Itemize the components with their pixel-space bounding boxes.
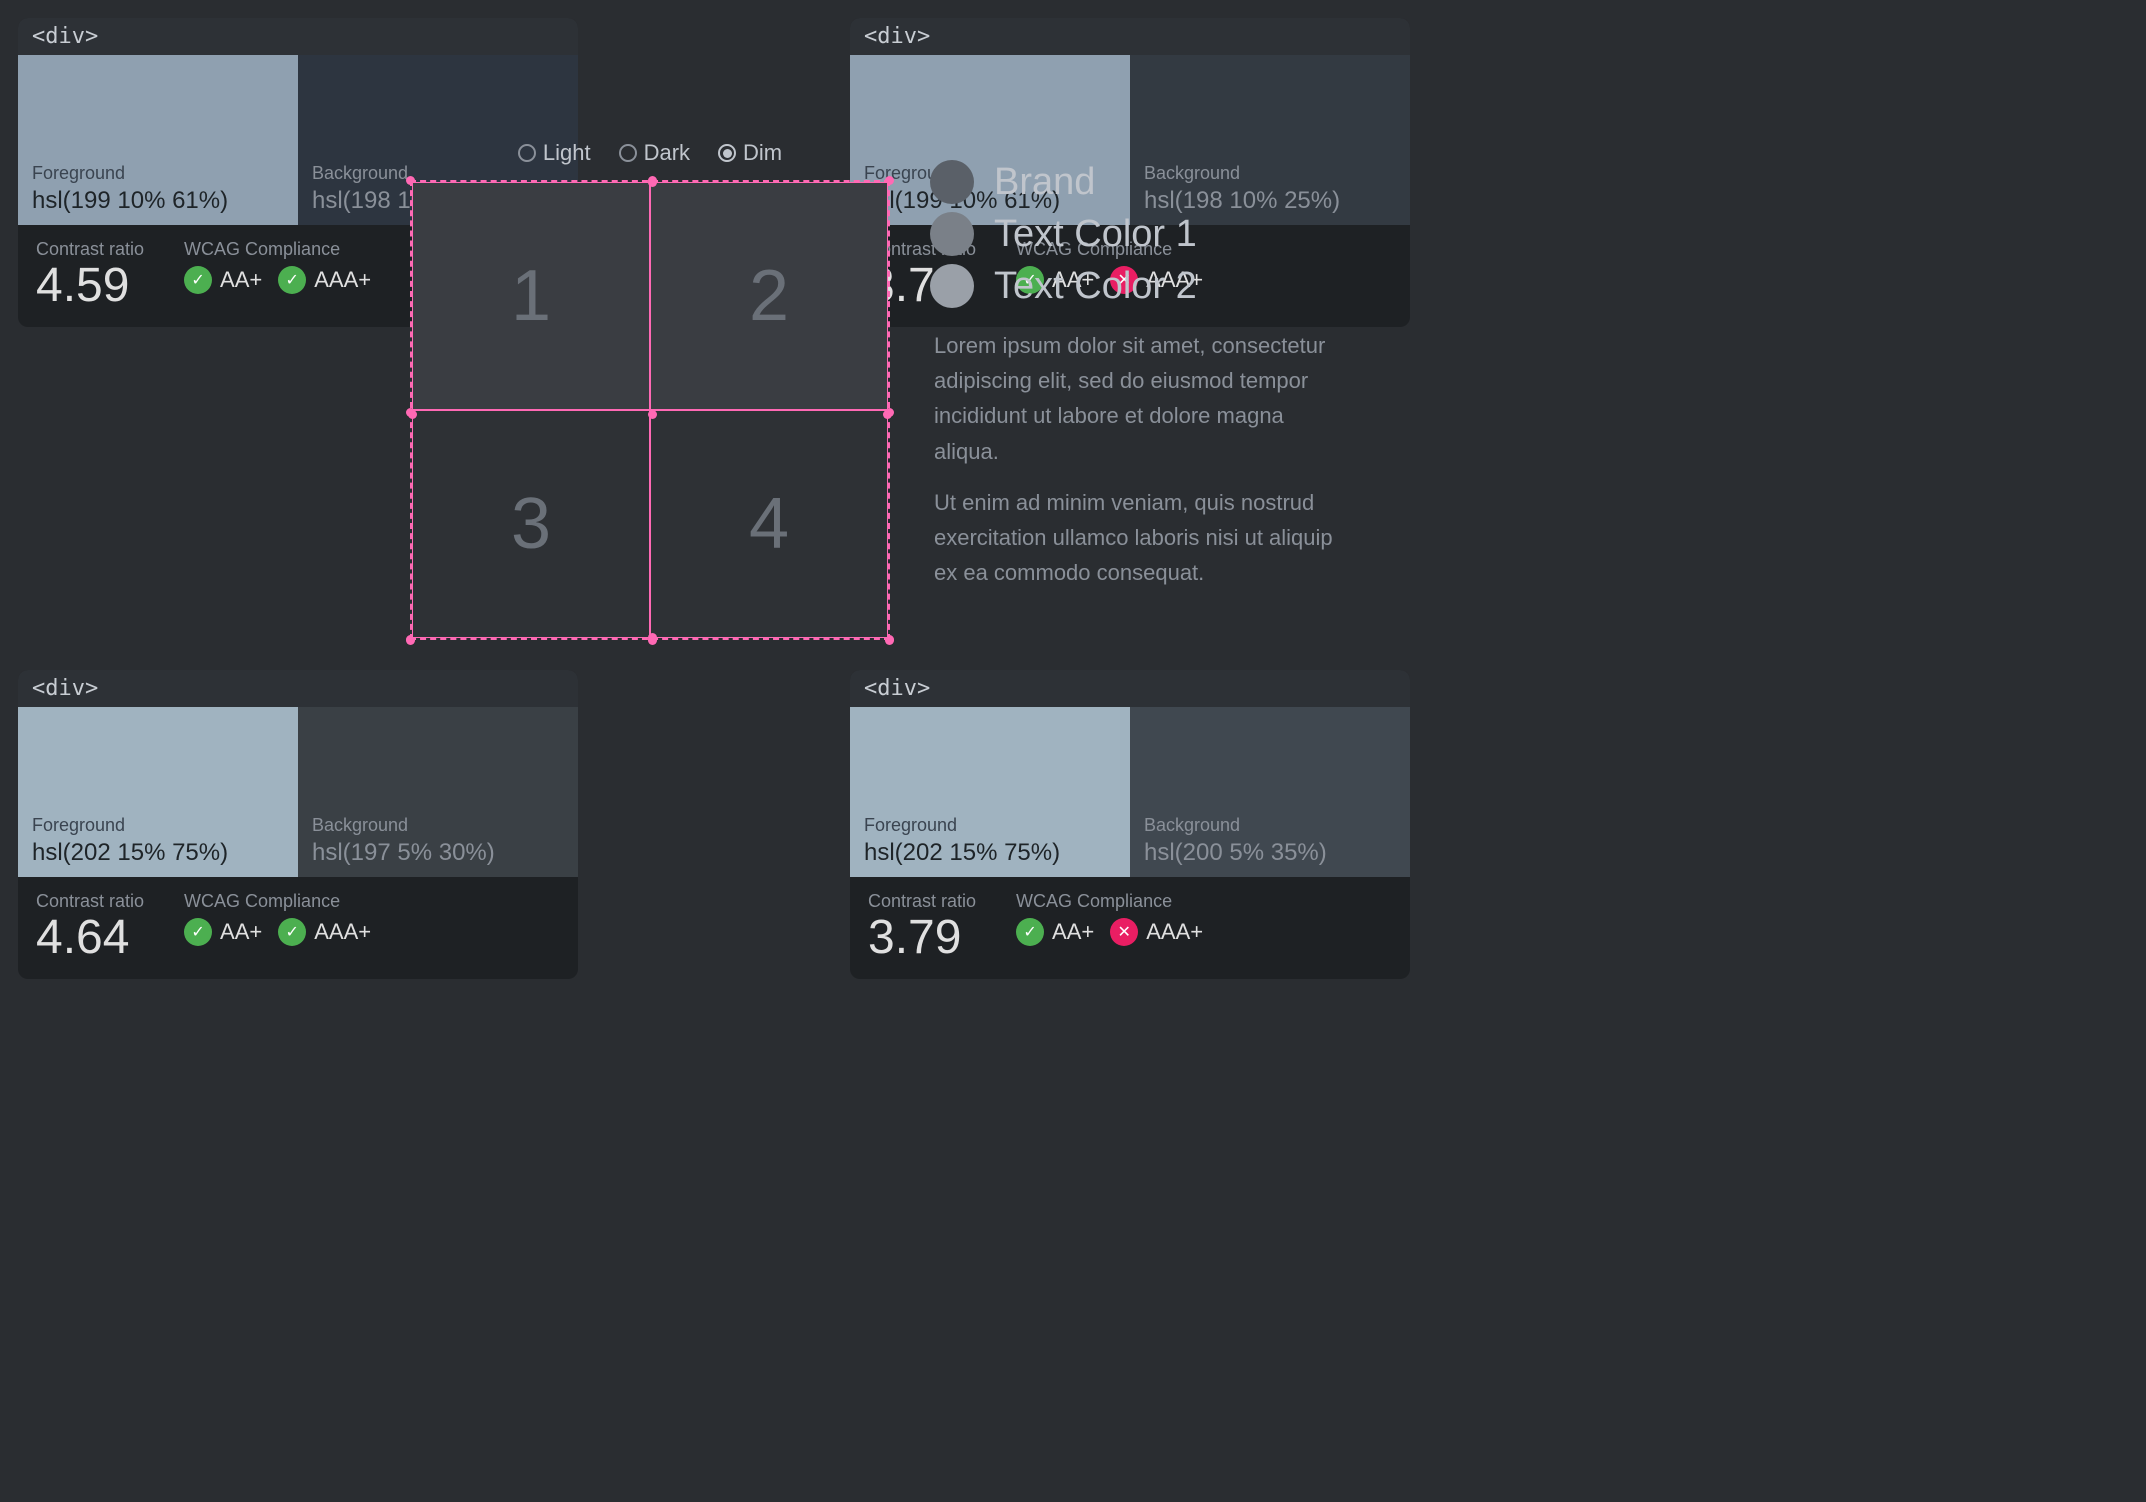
card-br-title: <div>: [850, 670, 1410, 707]
theme-option-dark[interactable]: Dark: [619, 140, 690, 166]
swatch-bg-bl-value: hsl(197 5% 30%): [312, 839, 564, 867]
dot-grid-ml: [408, 410, 417, 419]
swatch-fg-br-label: Foreground: [864, 815, 1116, 836]
badge-tl-aaa-icon: ✓: [278, 266, 306, 294]
badge-br-aaa: ✕ AAA+: [1110, 918, 1203, 946]
badge-bl-aa: ✓ AA+: [184, 918, 262, 946]
swatch-fg-bl: Foreground hsl(202 15% 75%): [18, 707, 298, 877]
body-text-p1: Lorem ipsum dolor sit amet, consectetur …: [934, 328, 1346, 469]
swatch-fg-bl-value: hsl(202 15% 75%): [32, 839, 284, 867]
swatch-bg-bl-label: Background: [312, 815, 564, 836]
grid-cell-4: 4: [650, 410, 888, 638]
badge-tl-aa-icon: ✓: [184, 266, 212, 294]
grid-cell-2-label: 2: [749, 255, 789, 337]
swatch-bg-br: Background hsl(200 5% 35%): [1130, 707, 1410, 877]
swatch-fg-tl-label: Foreground: [32, 163, 284, 184]
theme-dark-label: Dark: [644, 140, 690, 166]
ratio-bl-label: Contrast ratio: [36, 891, 144, 912]
ratio-bl-value: 4.64: [36, 912, 144, 965]
dot-grid-bm: [648, 633, 657, 642]
grid-cell-1: 1: [412, 182, 650, 410]
badge-tl-aa: ✓ AA+: [184, 266, 262, 294]
grid-cell-3-label: 3: [511, 483, 551, 565]
dot-grid-mr: [883, 410, 892, 419]
body-text-p2: Ut enim ad minim veniam, quis nostrud ex…: [934, 485, 1346, 591]
legend-brand-label: Brand: [994, 161, 1095, 204]
badge-br-aa-icon: ✓: [1016, 918, 1044, 946]
radio-dim[interactable]: [718, 144, 736, 162]
radio-dark[interactable]: [619, 144, 637, 162]
legend-item-brand: Brand: [930, 160, 1350, 204]
card-tl-title: <div>: [18, 18, 578, 55]
badge-tl-aaa: ✓ AAA+: [278, 266, 371, 294]
badge-tl-aa-label: AA+: [220, 267, 262, 293]
body-text: Lorem ipsum dolor sit amet, consectetur …: [930, 328, 1350, 590]
radio-dim-inner: [723, 149, 732, 158]
swatch-fg-br: Foreground hsl(202 15% 75%): [850, 707, 1130, 877]
grid-cell-3: 3: [412, 410, 650, 638]
theme-option-dim[interactable]: Dim: [718, 140, 782, 166]
swatch-bg-br-label: Background: [1144, 815, 1396, 836]
ratio-br-label: Contrast ratio: [868, 891, 976, 912]
legend-text1-label: Text Color 1: [994, 213, 1197, 256]
legend-brand-circle: [930, 160, 974, 204]
badge-br-aaa-label: AAA+: [1146, 919, 1203, 945]
theme-light-label: Light: [543, 140, 591, 166]
legend-item-text2: Text Color 2: [930, 264, 1350, 308]
badge-bl-aa-icon: ✓: [184, 918, 212, 946]
theme-option-light[interactable]: Light: [518, 140, 591, 166]
grid-canvas: 1 2 3 4: [410, 180, 890, 640]
swatch-fg-br-value: hsl(202 15% 75%): [864, 839, 1116, 867]
badge-br-aaa-icon: ✕: [1110, 918, 1138, 946]
badge-br-aa: ✓ AA+: [1016, 918, 1094, 946]
radio-light[interactable]: [518, 144, 536, 162]
grid-cell-4-label: 4: [749, 483, 789, 565]
center-panel: Light Dark Dim 1: [380, 140, 920, 640]
legend-text1-circle: [930, 212, 974, 256]
swatch-fg-tl: Foreground hsl(199 10% 61%): [18, 55, 298, 225]
theme-selector: Light Dark Dim: [380, 140, 920, 166]
card-tr-title: <div>: [850, 18, 1410, 55]
ratio-br-value: 3.79: [868, 912, 976, 965]
swatch-bg-br-value: hsl(200 5% 35%): [1144, 839, 1396, 867]
dot-grid-mm: [648, 410, 657, 419]
badge-tl-aaa-label: AAA+: [314, 267, 371, 293]
ratio-tl-label: Contrast ratio: [36, 239, 144, 260]
badge-bl-aa-label: AA+: [220, 919, 262, 945]
grid-cell-1-label: 1: [511, 255, 551, 337]
dot-grid-tm: [648, 178, 657, 187]
badge-bl-aaa-label: AAA+: [314, 919, 371, 945]
swatch-fg-bl-label: Foreground: [32, 815, 284, 836]
wcag-bl-label: WCAG Compliance: [184, 891, 371, 912]
card-bl-title: <div>: [18, 670, 578, 707]
grid-cell-2: 2: [650, 182, 888, 410]
card-bottom-right: <div> Foreground hsl(202 15% 75%) Backgr…: [850, 670, 1410, 979]
card-bottom-left: <div> Foreground hsl(202 15% 75%) Backgr…: [18, 670, 578, 979]
legend-item-text1: Text Color 1: [930, 212, 1350, 256]
wcag-tl-label: WCAG Compliance: [184, 239, 371, 260]
swatch-fg-tl-value: hsl(199 10% 61%): [32, 187, 284, 215]
legend-text2-circle: [930, 264, 974, 308]
right-panel: Brand Text Color 1 Text Color 2 Lorem ip…: [930, 140, 1350, 610]
wcag-br-label: WCAG Compliance: [1016, 891, 1203, 912]
badge-bl-aaa-icon: ✓: [278, 918, 306, 946]
legend-text2-label: Text Color 2: [994, 265, 1197, 308]
swatch-bg-bl: Background hsl(197 5% 30%): [298, 707, 578, 877]
grid-wrapper: 1 2 3 4: [410, 180, 890, 640]
badge-bl-aaa: ✓ AAA+: [278, 918, 371, 946]
theme-dim-label: Dim: [743, 140, 782, 166]
badge-br-aa-label: AA+: [1052, 919, 1094, 945]
ratio-tl-value: 4.59: [36, 260, 144, 313]
